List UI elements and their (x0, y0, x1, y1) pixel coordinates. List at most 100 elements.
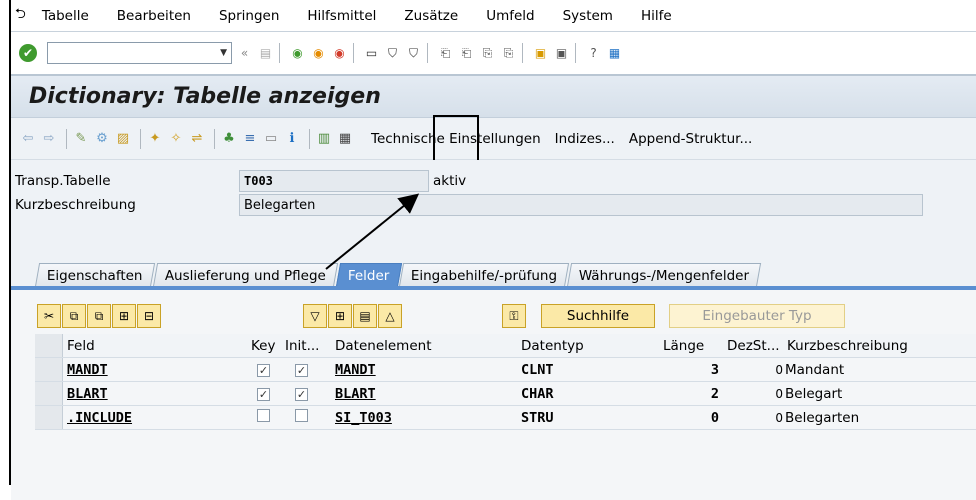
cell-kurzbeschreibung[interactable]: Belegarten (783, 410, 933, 426)
col-laenge[interactable]: Länge (659, 338, 723, 354)
sort-icon[interactable]: △ (378, 304, 402, 328)
paste-icon[interactable]: ⧉ (87, 304, 111, 328)
suchhilfe-button[interactable]: Suchhilfe (541, 304, 655, 328)
previous-page-icon[interactable]: ⎗ (458, 45, 475, 62)
key-icon[interactable]: ⚿ (502, 304, 526, 328)
expand-icon[interactable]: ⊞ (328, 304, 352, 328)
delete-row-icon[interactable]: ⊟ (137, 304, 161, 328)
table-row[interactable]: MANDT ✓ ✓ MANDT CLNT 3 0 Mandant (35, 358, 976, 382)
menu-springen[interactable]: Springen (219, 8, 279, 24)
tab-felder[interactable]: Felder (335, 263, 402, 287)
cell-laenge[interactable]: 3 (659, 362, 723, 378)
cell-datenelement[interactable]: SI_T003 (331, 410, 517, 426)
col-dezst[interactable]: DezSt... (723, 338, 783, 354)
insert-row-icon[interactable]: ⊞ (112, 304, 136, 328)
window-icon[interactable]: ▭ (262, 130, 280, 148)
hierarchy-icon[interactable]: ♣ (220, 130, 238, 148)
transp-value-field[interactable]: T003 (239, 170, 429, 192)
cell-datentyp[interactable]: CLNT (517, 362, 659, 378)
next-page-icon[interactable]: ⎘ (479, 45, 496, 62)
find-next-icon[interactable]: ⛉ (405, 45, 422, 62)
key-checkbox[interactable] (257, 409, 270, 422)
eingebauter-typ-button[interactable]: Eingebauter Typ (669, 304, 845, 328)
menu-umfeld[interactable]: Umfeld (486, 8, 534, 24)
table-contents-icon[interactable]: ▦ (336, 130, 354, 148)
exit-icon[interactable]: ◉ (310, 45, 327, 62)
select-all-cell[interactable] (35, 334, 63, 357)
row-selector[interactable] (35, 358, 63, 381)
exit-menu-icon[interactable]: ⮌ (15, 4, 26, 27)
find-icon[interactable]: ⛉ (384, 45, 401, 62)
cell-dezst[interactable]: 0 (723, 387, 783, 401)
table-row[interactable]: BLART ✓ ✓ BLART CHAR 2 0 Belegart (35, 382, 976, 406)
cell-laenge[interactable]: 2 (659, 386, 723, 402)
key-checkbox[interactable]: ✓ (257, 363, 270, 377)
other-object-icon[interactable]: ⚙ (93, 130, 111, 148)
cell-dezst[interactable]: 0 (723, 363, 783, 377)
object-list-icon[interactable]: ≡ (241, 130, 259, 148)
forward-arrow-icon[interactable]: ⇨ (40, 130, 58, 148)
init-checkbox[interactable]: ✓ (295, 387, 308, 401)
tab-eingabehilfe[interactable]: Eingabehilfe/-prüfung (399, 263, 570, 287)
menu-tabelle[interactable]: Tabelle (42, 8, 89, 24)
col-feld[interactable]: Feld (63, 338, 247, 354)
key-checkbox[interactable]: ✓ (257, 387, 270, 401)
cell-datentyp[interactable]: CHAR (517, 386, 659, 402)
col-key[interactable]: Key (247, 338, 281, 354)
menu-hilfsmittel[interactable]: Hilfsmittel (307, 8, 376, 24)
append-struktur-button[interactable]: Append-Struktur... (629, 131, 753, 147)
info-icon[interactable]: ℹ (283, 130, 301, 148)
layout-menu-icon[interactable]: ▦ (606, 45, 623, 62)
copy-icon[interactable]: ⧉ (62, 304, 86, 328)
collapse-chevrons-icon[interactable]: « (236, 45, 253, 62)
cut-icon[interactable]: ✂ (37, 304, 61, 328)
filter-icon[interactable]: ▽ (303, 304, 327, 328)
contents-icon[interactable]: ▥ (315, 130, 333, 148)
menu-system[interactable]: System (563, 8, 613, 24)
save-icon[interactable]: ▤ (257, 45, 274, 62)
cancel-icon[interactable]: ◉ (331, 45, 348, 62)
menu-bearbeiten[interactable]: Bearbeiten (117, 8, 191, 24)
cell-laenge[interactable]: 0 (659, 410, 723, 426)
col-kurzbeschreibung[interactable]: Kurzbeschreibung (783, 338, 933, 354)
cell-feld[interactable]: MANDT (63, 362, 247, 378)
dropdown-icon[interactable]: ▼ (220, 48, 227, 58)
command-field[interactable]: ▼ (47, 42, 232, 64)
init-checkbox[interactable] (295, 409, 308, 422)
display-change-icon[interactable]: ✎ (72, 130, 90, 148)
cell-feld[interactable]: .INCLUDE (63, 410, 247, 426)
col-init[interactable]: Init... (281, 338, 331, 354)
cell-datenelement[interactable]: BLART (331, 386, 517, 402)
cell-kurzbeschreibung[interactable]: Mandant (783, 362, 933, 378)
indizes-button[interactable]: Indizes... (555, 131, 615, 147)
check-icon[interactable]: ▨ (114, 130, 132, 148)
back-icon[interactable]: ◉ (289, 45, 306, 62)
tab-waehrungsfelder[interactable]: Währungs-/Mengenfelder (567, 263, 762, 287)
navigate-icon[interactable]: ⇌ (188, 130, 206, 148)
row-selector[interactable] (35, 406, 63, 429)
last-page-icon[interactable]: ⎘ (500, 45, 517, 62)
cell-kurzbeschreibung[interactable]: Belegart (783, 386, 933, 402)
enter-check-icon[interactable]: ✔ (19, 44, 37, 62)
new-session-icon[interactable]: ▣ (532, 45, 549, 62)
init-checkbox[interactable]: ✓ (295, 363, 308, 377)
help-icon[interactable]: ? (585, 45, 602, 62)
col-datentyp[interactable]: Datentyp (517, 338, 659, 354)
first-page-icon[interactable]: ⎗ (437, 45, 454, 62)
menu-zusaetze[interactable]: Zusätze (404, 8, 458, 24)
row-selector[interactable] (35, 382, 63, 405)
select-all-icon[interactable]: ▤ (353, 304, 377, 328)
cell-feld[interactable]: BLART (63, 386, 247, 402)
cell-dezst[interactable]: 0 (723, 411, 783, 425)
print-icon[interactable]: ▭ (363, 45, 380, 62)
tab-eigenschaften[interactable]: Eigenschaften (34, 263, 155, 287)
cell-datentyp[interactable]: STRU (517, 410, 659, 426)
col-datenelement[interactable]: Datenelement (331, 338, 517, 354)
activate-icon[interactable]: ✦ (146, 130, 164, 148)
cell-datenelement[interactable]: MANDT (331, 362, 517, 378)
tab-auslieferung[interactable]: Auslieferung und Pflege (152, 263, 338, 287)
table-row[interactable]: .INCLUDE SI_T003 STRU 0 0 Belegarten (35, 406, 976, 430)
where-used-icon[interactable]: ✧ (167, 130, 185, 148)
back-arrow-icon[interactable]: ⇦ (19, 130, 37, 148)
kurz-value-field[interactable]: Belegarten (239, 194, 923, 216)
